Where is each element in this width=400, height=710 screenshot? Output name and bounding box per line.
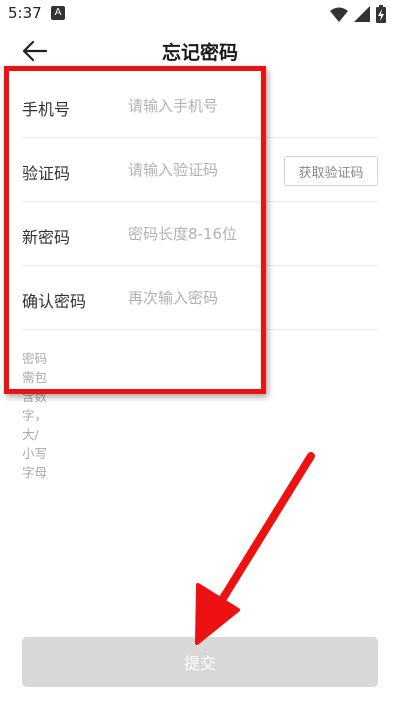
new-password-input[interactable] (128, 220, 278, 248)
code-input[interactable] (128, 156, 278, 184)
submit-button[interactable]: 提交 (22, 637, 378, 687)
code-row: 验证码 获取验证码 (22, 138, 378, 202)
phone-label: 手机号 (22, 100, 71, 119)
password-rule-hint: 密码需包含数字，大/小写字母 (22, 351, 48, 480)
page-title: 忘记密码 (161, 42, 238, 64)
confirm-password-row: 确认密码 (22, 266, 378, 330)
confirm-password-input[interactable] (128, 284, 278, 312)
forgot-password-screen: 5:37 A 忘记密码 手机号 验证码 (0, 0, 400, 710)
header: 忘记密码 (0, 28, 400, 74)
new-password-row: 新密码 (22, 202, 378, 266)
status-time: 5:37 (8, 4, 42, 22)
confirm-password-label: 确认密码 (22, 292, 87, 311)
notification-icon: A (51, 6, 65, 20)
get-code-button[interactable]: 获取验证码 (284, 156, 378, 186)
wifi-icon (330, 7, 348, 22)
code-label: 验证码 (22, 164, 71, 183)
status-icons (330, 5, 386, 23)
new-password-label: 新密码 (22, 228, 71, 247)
status-bar: 5:37 A (0, 0, 400, 28)
battery-charging-icon (376, 5, 386, 23)
signal-icon (354, 6, 370, 22)
phone-row: 手机号 (22, 74, 378, 138)
phone-input[interactable] (128, 92, 278, 120)
reset-password-form: 手机号 验证码 获取验证码 新密码 确认密码 (22, 74, 378, 330)
